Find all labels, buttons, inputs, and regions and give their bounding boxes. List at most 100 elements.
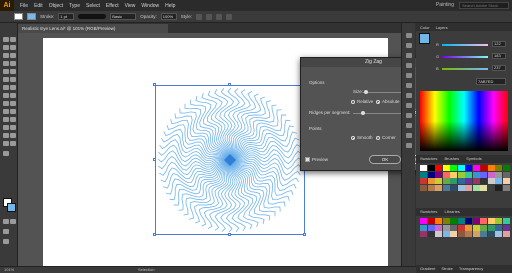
swatch-item[interactable] [502,218,510,224]
appearance-panel-icon[interactable] [406,83,412,88]
swatch-item[interactable] [472,184,480,191]
swatch-item[interactable] [420,178,427,184]
edit-toolbar-icon[interactable] [3,151,9,156]
swatch-item[interactable] [487,224,495,231]
resize-handle-top-left[interactable] [153,83,156,86]
swatch-item[interactable] [457,178,465,184]
swatch-item[interactable] [502,165,510,171]
opentype-panel-icon[interactable] [406,143,412,148]
swatch-item[interactable] [495,178,502,184]
hand-tool-icon[interactable] [3,141,9,146]
swatch-item[interactable] [495,224,502,231]
swatch-item[interactable] [480,165,487,171]
swatch-item[interactable] [472,178,480,184]
column-graph-tool-icon[interactable] [10,125,16,130]
tab-symbols[interactable]: Symbols [466,156,481,161]
channel-b-value[interactable]: 237 [492,65,506,71]
swatch-item[interactable] [457,231,465,237]
menu-view[interactable]: View [125,3,136,9]
swatch-item[interactable] [420,224,427,231]
swatch-item[interactable] [495,171,502,178]
fill-swatch[interactable] [14,13,23,20]
swatch-item[interactable] [480,231,487,237]
brush-definition[interactable]: Basic [110,13,137,20]
swatch-item[interactable] [457,218,465,224]
resize-handle-bottom-right[interactable] [303,233,306,236]
swatch-item[interactable] [427,231,435,237]
tab-stroke[interactable]: Stroke [441,265,453,273]
swatch-item[interactable] [435,231,442,237]
swatch-item[interactable] [487,165,495,171]
gradient-mode-icon[interactable] [10,219,16,224]
swatch-item[interactable] [502,171,510,178]
mesh-tool-icon[interactable] [3,109,9,114]
channel-r-slider[interactable] [442,44,488,46]
swatch-item[interactable] [487,231,495,237]
scale-tool-icon[interactable] [10,85,16,90]
paragraph-panel-icon[interactable] [406,133,412,138]
swatch-item[interactable] [435,224,442,231]
swatch-item[interactable] [472,231,480,237]
align-icon[interactable] [206,13,213,20]
swatch-item[interactable] [495,231,502,237]
swatch-item[interactable] [442,178,450,184]
document-tab[interactable]: Realistic Eye Lens.ai* @ 101% (RGB/Previ… [18,24,168,33]
width-tool-icon[interactable] [3,93,9,98]
channel-g-slider[interactable] [442,56,488,58]
swatch-item[interactable] [457,165,465,171]
tab-layers[interactable]: Layers [436,25,448,30]
magic-wand-tool-icon[interactable] [3,45,9,50]
stroke-weight-field[interactable]: 1 pt [58,13,75,20]
swatch-item[interactable] [435,165,442,171]
swatch-item[interactable] [472,218,480,224]
slice-tool-icon[interactable] [10,133,16,138]
relative-radio[interactable] [351,100,355,104]
character-panel-icon[interactable] [406,123,412,128]
pencil-tool-icon[interactable] [3,77,9,82]
ridges-slider-knob[interactable] [361,111,365,115]
type-tool-icon[interactable] [3,61,9,66]
swatch-item[interactable] [480,184,487,191]
swatch-item[interactable] [427,178,435,184]
swatch-item[interactable] [457,224,465,231]
rectangle-tool-icon[interactable] [3,69,9,74]
swatch-item[interactable] [427,224,435,231]
swatch-item[interactable] [420,184,427,191]
selection-tool-icon[interactable] [3,37,9,42]
swatch-item[interactable] [450,224,457,231]
swatch-item[interactable] [450,218,457,224]
channel-r-value[interactable]: 122 [492,41,506,47]
swatch-item[interactable] [442,171,450,178]
swatch-item[interactable] [487,184,495,191]
shape-builder-tool-icon[interactable] [3,101,9,106]
menu-type[interactable]: Type [69,3,80,9]
swatch-item[interactable] [480,224,487,231]
tab-swatches[interactable]: Swatches [420,156,437,161]
swatch-item[interactable] [495,165,502,171]
tab-color[interactable]: Color [420,25,430,30]
swatch-item[interactable] [465,184,472,191]
size-slider-knob[interactable] [364,90,368,94]
style-picker-icon[interactable] [196,13,203,20]
swatch-item[interactable] [465,231,472,237]
swatch-item[interactable] [435,218,442,224]
swatch-item[interactable] [480,171,487,178]
preview-checkbox[interactable] [305,157,310,162]
swatch-item[interactable] [502,231,510,237]
eyedropper-tool-icon[interactable] [3,117,9,122]
menu-file[interactable]: File [20,3,28,9]
menu-help[interactable]: Help [165,3,175,9]
stroke-color-icon[interactable] [7,203,16,212]
swatch-item[interactable] [487,171,495,178]
swatch-item[interactable] [420,218,427,224]
menu-object[interactable]: Object [49,3,63,9]
corner-radio[interactable] [376,136,380,140]
graphic-styles-panel-icon[interactable] [406,73,412,78]
libraries-panel-icon[interactable] [406,43,412,48]
swatch-item[interactable] [450,178,457,184]
eraser-tool-icon[interactable] [10,77,16,82]
swatch-item[interactable] [435,178,442,184]
swatch-item[interactable] [502,184,510,191]
swatch-item[interactable] [472,224,480,231]
transform-icon[interactable] [216,13,223,20]
